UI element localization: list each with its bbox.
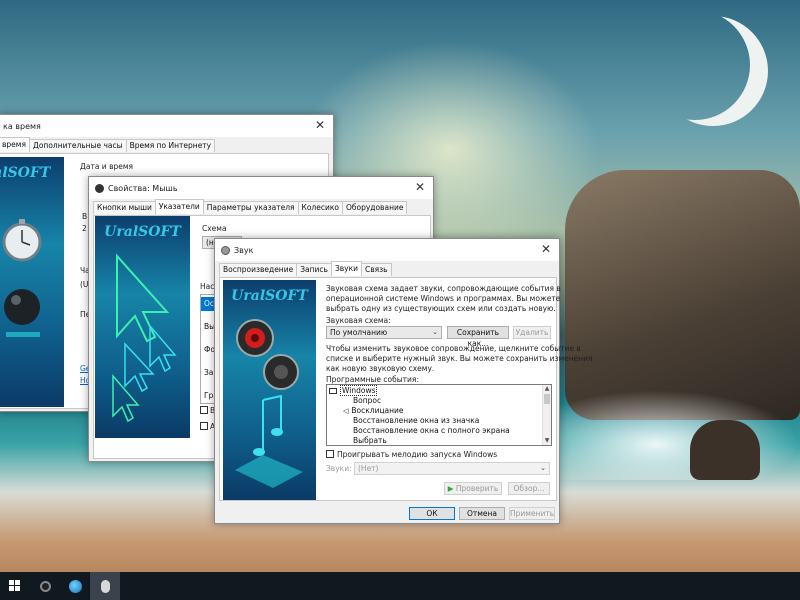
- pointer-checkbox-2[interactable]: [200, 422, 208, 430]
- mouse-tabs: Кнопки мыши Указатели Параметры указател…: [93, 199, 408, 215]
- wallpaper-rock: [565, 170, 800, 420]
- mouse-artwork: UralSOFT: [95, 216, 190, 438]
- start-button[interactable]: [0, 572, 30, 600]
- sound-titlebar[interactable]: Звук ✕: [215, 239, 559, 261]
- datetime-artwork: UralSOFT: [0, 157, 64, 407]
- wallpaper-surf: [560, 390, 800, 480]
- mouse-icon: [100, 579, 110, 593]
- list-item[interactable]: Восстановление окна из значка: [327, 416, 551, 426]
- tab-communications[interactable]: Связь: [361, 263, 392, 276]
- delete-button[interactable]: Удалить: [513, 326, 551, 339]
- mouse-icon: [95, 183, 104, 193]
- sounds-dropdown[interactable]: (Нет) ⌄: [354, 462, 550, 475]
- tab-wheel[interactable]: Колесико: [297, 201, 343, 214]
- pointer-checkbox-1[interactable]: [200, 406, 208, 414]
- wallpaper-rock-small: [690, 420, 760, 480]
- browse-button[interactable]: Обзор...: [508, 482, 550, 495]
- tab-recording[interactable]: Запись: [296, 263, 332, 276]
- save-as-button[interactable]: Сохранить как...: [447, 326, 509, 348]
- startup-sound-checkbox[interactable]: [326, 450, 334, 458]
- program-events-label: Программные события:: [326, 375, 419, 384]
- sound-description-line: выбрать одну из существующих схем или со…: [326, 304, 556, 313]
- speaker-icon: [39, 580, 51, 592]
- list-item[interactable]: Вопрос: [327, 396, 551, 406]
- events-container: Windows Вопрос ◁ Восклицание Восстановление …: [327, 385, 551, 445]
- close-icon[interactable]: ✕: [539, 242, 553, 256]
- test-button-label: Проверить: [455, 484, 499, 493]
- mouse-titlebar[interactable]: Свойства: Мышь ✕: [89, 177, 433, 199]
- stopwatch-icon: [2, 219, 42, 337]
- startup-sound-label: Проигрывать мелодию запуска Windows: [337, 450, 498, 459]
- list-item-label: Восклицание: [351, 406, 404, 415]
- sound-tabs: Воспроизведение Запись Звуки Связь: [219, 261, 392, 277]
- speaker-icon: [221, 245, 230, 255]
- cancel-button[interactable]: Отмена: [459, 507, 505, 520]
- list-item-label: Выбрать: [353, 436, 387, 445]
- datetime-window-title: ка время: [3, 121, 41, 131]
- sound-scheme-dropdown[interactable]: По умолчанию ⌄: [326, 326, 442, 339]
- mouse-window-title: Свойства: Мышь: [108, 183, 178, 193]
- globe-icon: [68, 579, 82, 593]
- tab-pointers[interactable]: Указатели: [154, 199, 204, 214]
- tab-datetime[interactable]: время: [0, 137, 30, 152]
- scroll-up-icon[interactable]: ▲: [543, 385, 551, 393]
- sound-scheme-label: Звуковая схема:: [326, 316, 391, 325]
- list-item[interactable]: ◁ Восклицание: [327, 406, 551, 416]
- sound-description-line: Звуковая схема задает звуки, сопровождаю…: [326, 284, 561, 293]
- datetime-frag-label: В: [82, 212, 88, 221]
- sound-window-title: Звук: [234, 245, 254, 255]
- sound-panel: UralSOFT Звуковая схема задает звуки, со…: [219, 277, 593, 501]
- tab-playback[interactable]: Воспроизведение: [219, 263, 298, 276]
- list-item-label: Восстановление окна с полного экрана: [353, 426, 510, 435]
- taskbar-app-datetime[interactable]: [60, 572, 90, 600]
- speakers-icon: [235, 319, 303, 488]
- tab-hardware[interactable]: Оборудование: [341, 201, 408, 214]
- tab-pointer-options[interactable]: Параметры указателя: [202, 201, 299, 214]
- sounds-value: (Нет): [358, 464, 379, 473]
- speaker-icon: ◁: [343, 407, 349, 415]
- sound-artwork: UralSOFT: [223, 280, 316, 500]
- sound-instructions-line: как новую звуковую схему.: [326, 364, 435, 373]
- wallpaper-moon: [640, 10, 750, 120]
- scroll-down-icon[interactable]: ▼: [543, 437, 551, 445]
- chevron-down-icon: ⌄: [432, 328, 438, 336]
- list-item[interactable]: Windows: [327, 385, 551, 396]
- datetime-section-label: Дата и время: [80, 162, 134, 171]
- tab-additional-clocks[interactable]: Дополнительные часы: [28, 139, 127, 152]
- apply-button[interactable]: Применить: [509, 507, 555, 520]
- list-item-label: Windows: [340, 385, 378, 396]
- sound-instructions-line: списке и выберите нужный звук. Вы можете…: [326, 354, 593, 363]
- test-button[interactable]: ▶ Проверить: [444, 482, 502, 495]
- sound-scheme-value: По умолчанию: [330, 328, 388, 337]
- close-icon[interactable]: ✕: [313, 118, 327, 132]
- windows-logo-icon: [9, 580, 20, 591]
- taskbar-app-mouse[interactable]: [90, 572, 120, 600]
- taskbar-app-sound[interactable]: [30, 572, 60, 600]
- list-item[interactable]: Выбрать: [327, 436, 551, 445]
- sounds-label: Звуки:: [326, 464, 352, 473]
- tab-mouse-buttons[interactable]: Кнопки мыши: [93, 201, 156, 214]
- sound-instructions-line: Чтобы изменить звуковое сопровождение, щ…: [326, 344, 581, 353]
- list-item-label: Восстановление окна из значка: [353, 416, 480, 425]
- computer-icon: [329, 388, 337, 394]
- sound-window: Звук ✕ Воспроизведение Запись Звуки Связ…: [214, 238, 593, 524]
- datetime-tabs: время Дополнительные часы Время по Интер…: [0, 137, 216, 153]
- taskbar: [0, 572, 800, 600]
- events-scrollbar[interactable]: ▲ ▼: [542, 385, 551, 445]
- close-icon[interactable]: ✕: [413, 180, 427, 194]
- scroll-thumb[interactable]: [544, 394, 550, 404]
- tab-sounds[interactable]: Звуки: [330, 261, 363, 276]
- list-item[interactable]: Восстановление окна с полного экрана: [327, 426, 551, 436]
- tab-internet-time[interactable]: Время по Интернету: [125, 139, 216, 152]
- datetime-titlebar[interactable]: ка время ✕: [0, 115, 333, 137]
- datetime-frag-label: 2: [82, 224, 87, 233]
- sound-description-line: операционной системе Windows и программа…: [326, 294, 561, 303]
- play-icon: ▶: [447, 484, 454, 493]
- cursor-arrows-icon: [112, 253, 177, 423]
- ok-button[interactable]: ОК: [409, 507, 455, 520]
- pointer-scheme-label: Схема: [202, 224, 227, 233]
- program-events-list[interactable]: Windows Вопрос ◁ Восклицание Восстановление …: [326, 384, 552, 446]
- chevron-down-icon: ⌄: [540, 464, 546, 472]
- list-item-label: Вопрос: [353, 396, 382, 405]
